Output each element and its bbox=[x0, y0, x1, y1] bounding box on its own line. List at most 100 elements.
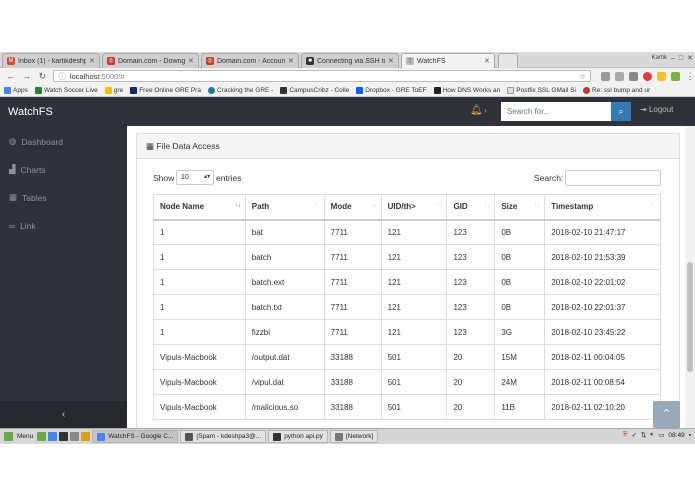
app-brand[interactable]: WatchFS bbox=[8, 106, 53, 118]
bookmark-icon bbox=[130, 86, 138, 94]
table-row[interactable]: 1 fizzbi 7711 121 123 3G 2018-02-10 23:45:22 bbox=[153, 319, 661, 345]
column-label: Mode bbox=[330, 202, 352, 212]
close-icon[interactable]: ✕ bbox=[388, 57, 394, 65]
check-icon[interactable]: ✓ bbox=[631, 431, 636, 439]
extension-icon[interactable] bbox=[601, 71, 611, 81]
extension-icon[interactable] bbox=[671, 71, 681, 81]
browser-tab[interactable]: ■ Connecting via SSH to y ✕ bbox=[301, 53, 399, 68]
chevron-right-icon[interactable]: › bbox=[484, 106, 487, 115]
taskbar-window[interactable]: [Network] bbox=[329, 430, 379, 443]
browser-tab[interactable]: ◎ Domain.com - Account ✕ bbox=[201, 53, 299, 68]
back-icon[interactable]: ← bbox=[6, 71, 16, 81]
forward-icon[interactable]: → bbox=[22, 71, 32, 81]
extension-icon[interactable] bbox=[615, 71, 625, 81]
table-row[interactable]: 1 batch 7711 121 123 0B 2018-02-10 21:53:39 bbox=[153, 244, 661, 270]
table-cell: 7711 bbox=[323, 319, 382, 345]
start-menu-button[interactable]: Menu bbox=[0, 432, 37, 441]
tab-title: Domain.com - Downgra bbox=[118, 57, 185, 65]
bookmark-item[interactable]: Apps bbox=[4, 86, 28, 94]
logout-link[interactable]: ⇥ Logout bbox=[640, 105, 673, 114]
table-search-input[interactable] bbox=[565, 170, 661, 186]
bookmark-item[interactable]: How DNS Works an bbox=[433, 86, 500, 94]
taskbar-window-label: [Spam - kdeshpa3@... bbox=[196, 433, 262, 440]
menu-dots-icon[interactable]: ⋮ bbox=[685, 71, 695, 81]
scroll-to-top-button[interactable]: ⌃ bbox=[653, 401, 680, 428]
bookmark-item[interactable]: gre bbox=[104, 86, 123, 94]
entries-label: entries bbox=[216, 173, 242, 183]
volume-icon[interactable]: 🔈︎ bbox=[650, 431, 654, 439]
column-header-node-name[interactable]: Node Name ↑↓ bbox=[153, 194, 246, 221]
close-window-icon[interactable]: ✕ bbox=[687, 54, 693, 62]
browser-tab-active[interactable]: ▯ WatchFS ✕ bbox=[401, 53, 495, 68]
browser-tab-strip: M Inbox (1) - kartikdeshpa ✕ ◎ Domain.co… bbox=[0, 52, 695, 68]
address-bar[interactable]: ⓘ localhost:5000/# ☆ bbox=[53, 70, 592, 82]
bookmark-item[interactable]: CampusCribz - Colle bbox=[280, 86, 349, 94]
column-header-mode[interactable]: Mode ↑↓ bbox=[323, 194, 382, 221]
show-desktop-icon[interactable] bbox=[37, 432, 47, 441]
bookmark-label: Free Online GRE Pra bbox=[139, 86, 201, 94]
bell-icon[interactable]: 🔔︎ bbox=[470, 105, 483, 116]
clock[interactable]: 08:49 bbox=[668, 432, 684, 439]
table-row[interactable]: 1 batch.ext 7711 121 123 0B 2018-02-10 22:01:0… bbox=[153, 269, 661, 295]
page-info-icon[interactable]: ⓘ bbox=[58, 71, 66, 82]
bookmark-item[interactable]: Cracking the GRE - bbox=[207, 86, 273, 94]
column-header-uid[interactable]: UID/th> ↑↓ bbox=[380, 194, 448, 221]
column-header-gid[interactable]: GID ↑↓ bbox=[446, 194, 496, 221]
page-length-select[interactable]: 10 ▴▾ bbox=[176, 170, 214, 185]
network-icon[interactable]: ⇅ bbox=[641, 431, 646, 439]
table-row[interactable]: Vipuls-Macbook/vipul.dat 33188 501 20 24M 201… bbox=[153, 369, 661, 395]
dashboard-icon: ◍ bbox=[9, 136, 17, 146]
terminal-icon[interactable] bbox=[59, 432, 69, 441]
battery-icon[interactable]: ▭ bbox=[658, 431, 664, 439]
extension-icon[interactable] bbox=[657, 71, 667, 81]
reload-icon[interactable]: ↻ bbox=[38, 71, 48, 81]
maximize-icon[interactable]: □ bbox=[679, 55, 683, 62]
sidebar-item-dashboard[interactable]: ◍ Dashboard bbox=[9, 136, 63, 147]
column-header-path[interactable]: Path ↑↓ bbox=[244, 194, 325, 221]
sidebar-item-tables[interactable]: ▦ Tables bbox=[9, 192, 47, 203]
table-row[interactable]: 1 batch.txt 7711 121 123 0B 2018-02-10 22:01:3… bbox=[153, 294, 661, 320]
chrome-icon[interactable] bbox=[48, 432, 58, 441]
desktop-corner-icon[interactable]: ▪ bbox=[689, 432, 691, 439]
shield-icon[interactable]: ⛨ bbox=[623, 431, 628, 439]
bookmark-item[interactable]: Re: ssl bump and ur bbox=[583, 86, 650, 94]
folder-icon[interactable] bbox=[81, 432, 91, 441]
tab-title: Connecting via SSH to y bbox=[317, 57, 385, 65]
taskbar-window[interactable]: [Spam - kdeshpa3@... bbox=[180, 430, 267, 443]
browser-tab[interactable]: ◎ Domain.com - Downgra ✕ bbox=[102, 53, 199, 68]
close-icon[interactable]: ✕ bbox=[484, 57, 490, 65]
taskbar-window[interactable]: WatchFS - Google C... bbox=[92, 430, 179, 443]
browser-tab[interactable]: M Inbox (1) - kartikdeshpa ✕ bbox=[2, 53, 100, 68]
files-icon[interactable] bbox=[70, 432, 80, 441]
table-cell: 1 bbox=[153, 219, 246, 245]
opera-icon[interactable] bbox=[643, 71, 653, 81]
link-icon: ∞ bbox=[9, 221, 16, 231]
bookmark-item[interactable]: Free Online GRE Pra bbox=[130, 86, 201, 94]
scrollbar-thumb[interactable] bbox=[687, 262, 693, 372]
sidebar-item-charts[interactable]: ▟ Charts bbox=[9, 164, 46, 175]
sidebar-collapse-button[interactable]: ‹ bbox=[0, 401, 127, 428]
extension-icon[interactable] bbox=[629, 71, 639, 81]
close-icon[interactable]: ✕ bbox=[89, 57, 95, 65]
close-icon[interactable]: ✕ bbox=[288, 57, 294, 65]
bookmark-star-icon[interactable]: ☆ bbox=[579, 72, 586, 81]
table-cell: 0B bbox=[494, 219, 546, 245]
table-cell: 7711 bbox=[323, 219, 382, 245]
column-header-timestamp[interactable]: Timestamp ↑↓ bbox=[544, 194, 661, 221]
bookmark-item[interactable]: Postfix SSL GMail Si bbox=[507, 86, 576, 94]
search-input[interactable] bbox=[501, 102, 611, 121]
search-button[interactable]: ⌕ bbox=[611, 102, 631, 121]
bookmark-item[interactable]: Watch Soccer Live bbox=[34, 86, 98, 94]
bookmark-item[interactable]: Dropbox - GRE ToEF bbox=[356, 86, 427, 94]
new-tab-button[interactable] bbox=[498, 53, 518, 68]
column-header-size[interactable]: Size ↑↓ bbox=[494, 194, 546, 221]
minimize-icon[interactable]: – bbox=[671, 55, 675, 62]
taskbar-window[interactable]: python api.py bbox=[268, 430, 328, 443]
table-row[interactable]: Vipuls-Macbook/output.dat 33188 501 20 15M 20… bbox=[153, 344, 661, 370]
table-row[interactable]: 1 bat 7711 121 123 0B 2018-02-10 21:47:17 bbox=[153, 219, 661, 245]
show-label: Show bbox=[153, 173, 175, 183]
sidebar-item-link[interactable]: ∞ Link bbox=[9, 221, 36, 231]
table-row[interactable]: Vipuls-Macbook/malicious.so 33188 501 20 11B… bbox=[153, 394, 661, 420]
bookmark-icon bbox=[583, 86, 590, 94]
close-icon[interactable]: ✕ bbox=[188, 57, 194, 65]
